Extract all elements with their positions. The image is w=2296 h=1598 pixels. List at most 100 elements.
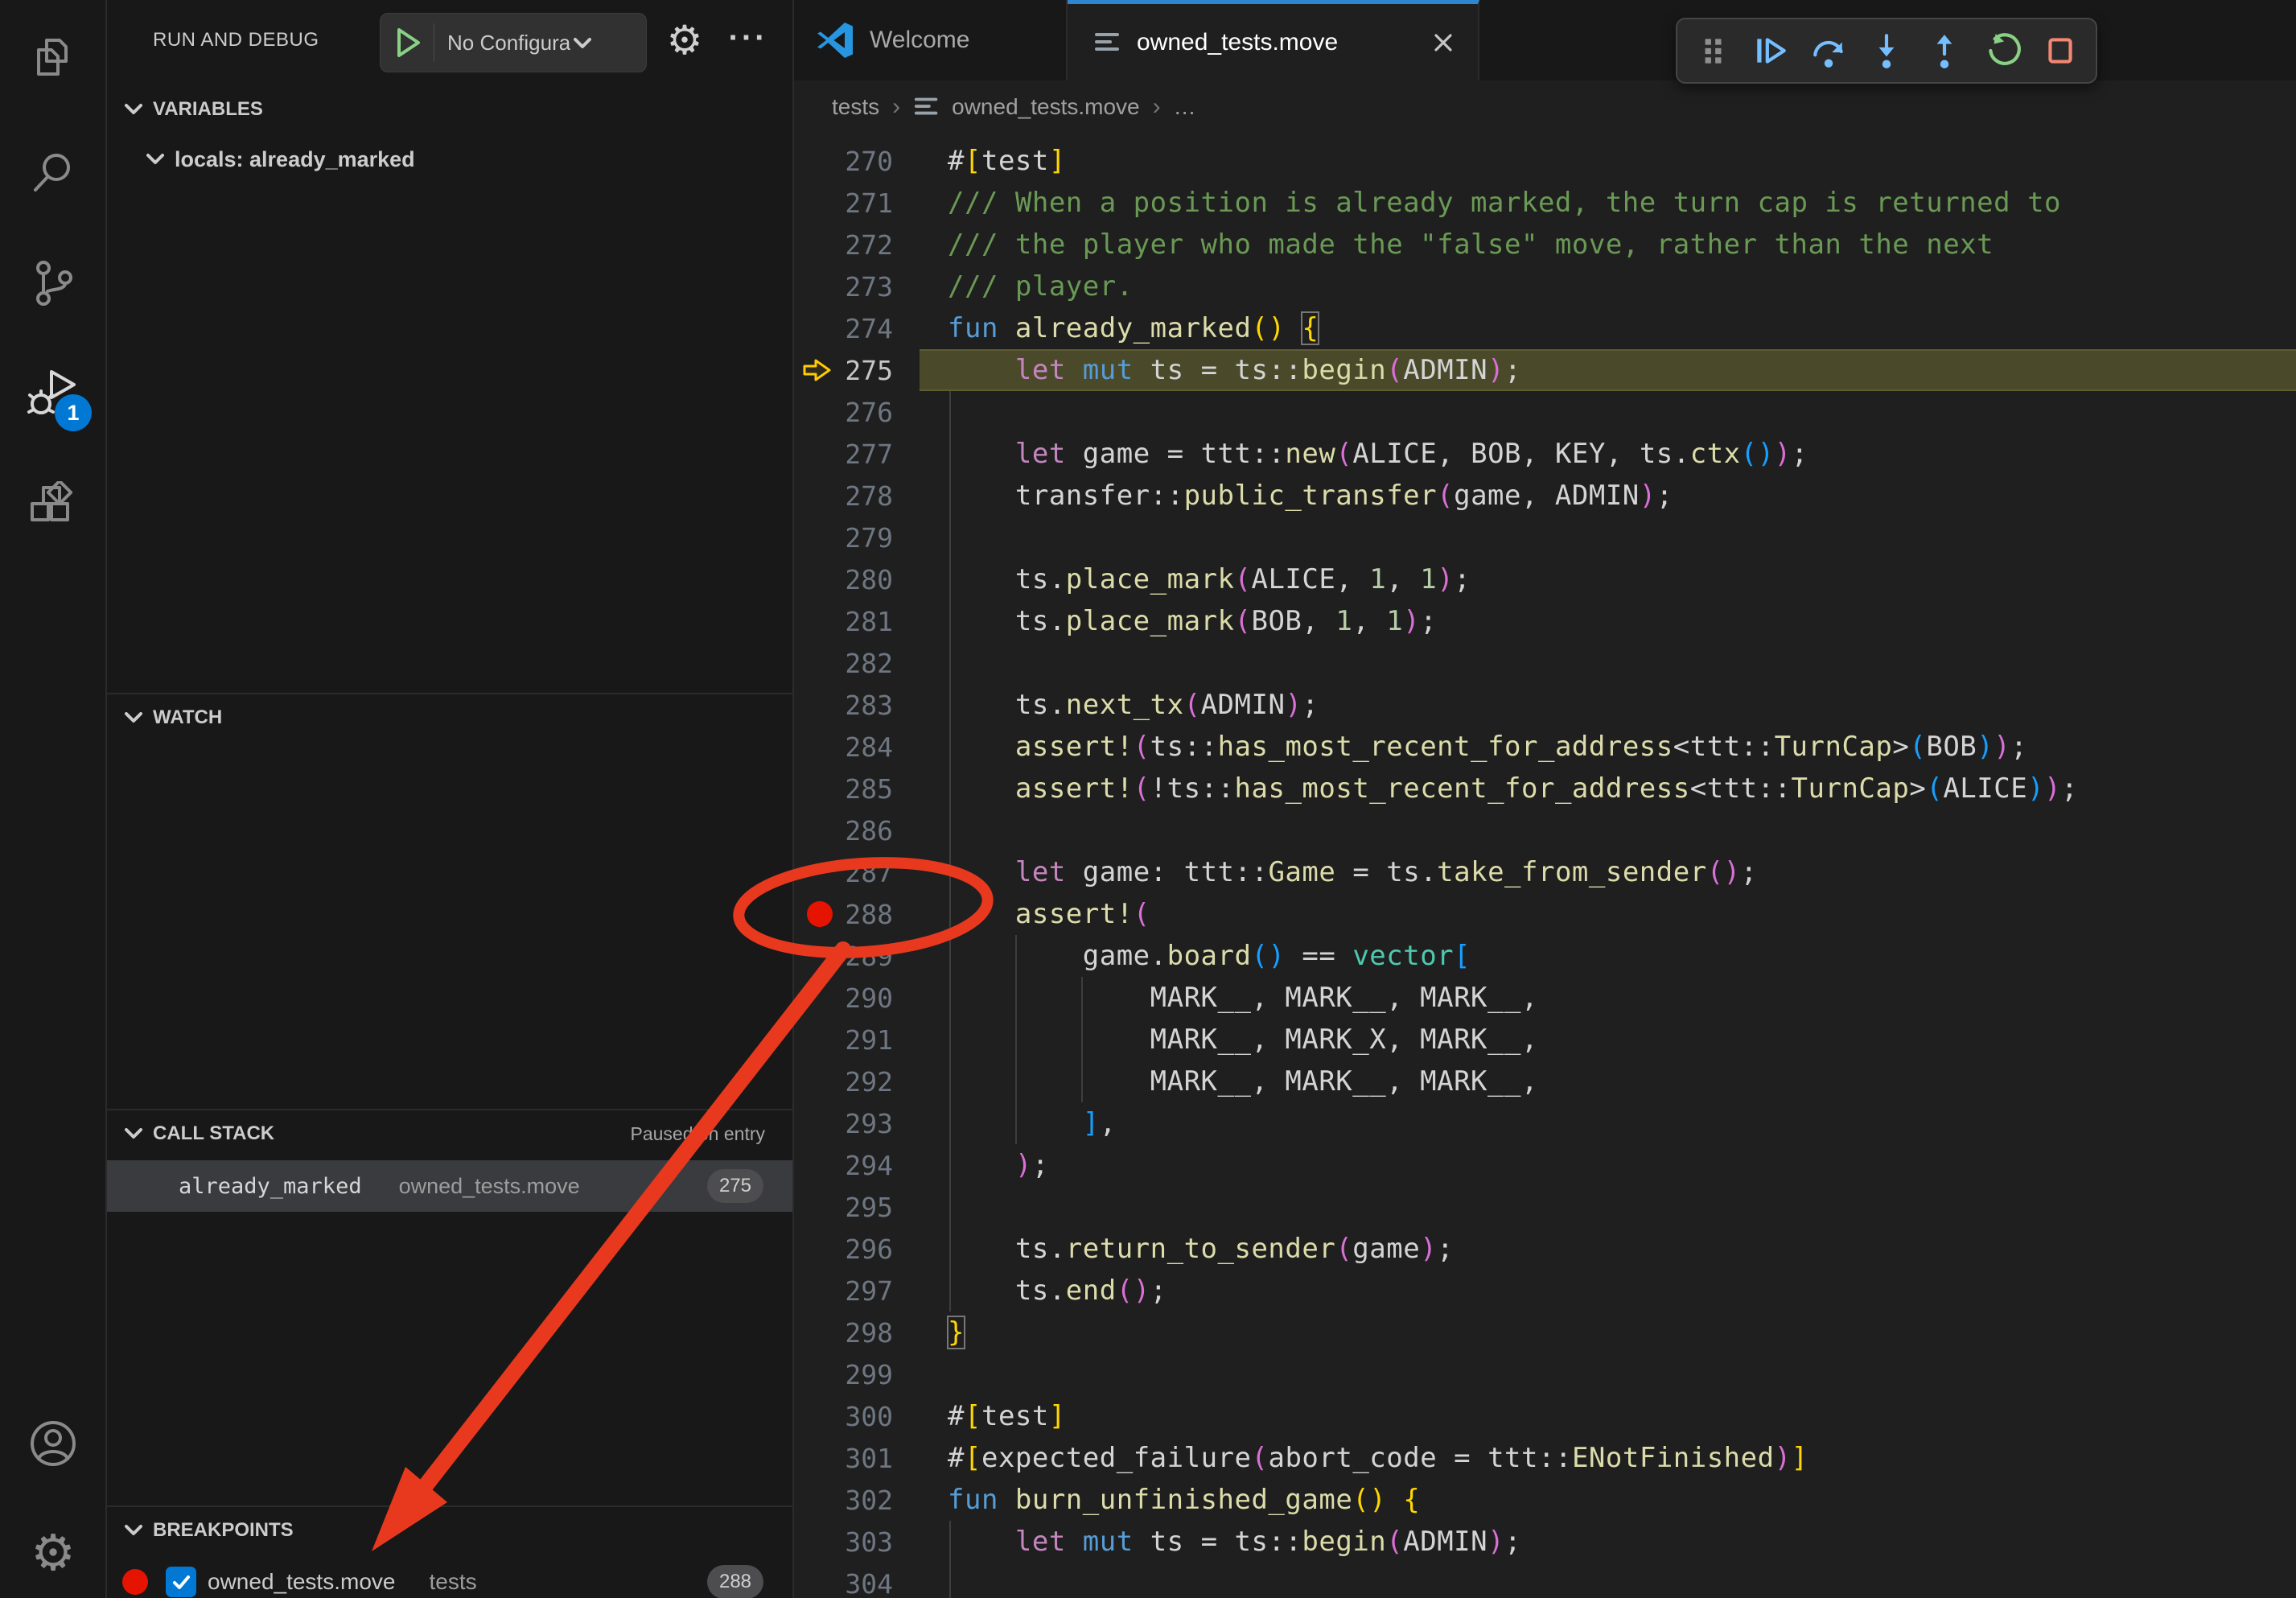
code-line-287[interactable]: 287 let game: ttt::Game = ts.take_from_s… xyxy=(794,851,2296,893)
search-icon[interactable] xyxy=(27,146,79,198)
code-line-280[interactable]: 280 ts.place_mark(ALICE, 1, 1); xyxy=(794,558,2296,600)
gutter-292[interactable]: 292 xyxy=(794,1061,920,1102)
code-line-286[interactable]: 286 xyxy=(794,809,2296,851)
call-stack-section-header[interactable]: CALL STACK Paused on entry xyxy=(107,1114,792,1153)
code-line-294[interactable]: 294 ); xyxy=(794,1144,2296,1186)
gutter-300[interactable]: 300 xyxy=(794,1395,920,1437)
code-line-283[interactable]: 283 ts.next_tx(ADMIN); xyxy=(794,684,2296,726)
code-line-278[interactable]: 278 transfer::public_transfer(game, ADMI… xyxy=(794,475,2296,517)
source-control-icon[interactable] xyxy=(27,257,79,309)
code-text[interactable]: MARK__, MARK__, MARK__, xyxy=(920,1061,2296,1102)
code-text[interactable]: #[test] xyxy=(920,140,2296,182)
code-text[interactable]: ts.place_mark(BOB, 1, 1); xyxy=(920,600,2296,642)
code-text[interactable] xyxy=(920,1563,2296,1598)
breakpoint-row[interactable]: owned_tests.move tests 288 xyxy=(107,1559,792,1598)
gutter-291[interactable]: 291 xyxy=(794,1019,920,1061)
code-line-273[interactable]: 273/// player. xyxy=(794,266,2296,307)
stop-icon[interactable] xyxy=(2038,28,2083,73)
code-text[interactable]: #[expected_failure(abort_code = ttt::ENo… xyxy=(920,1437,2296,1479)
code-line-277[interactable]: 277 let game = ttt::new(ALICE, BOB, KEY,… xyxy=(794,433,2296,475)
tab-welcome[interactable]: Welcome xyxy=(794,0,1068,80)
gutter-286[interactable]: 286 xyxy=(794,809,920,851)
code-text[interactable]: transfer::public_transfer(game, ADMIN); xyxy=(920,475,2296,517)
gutter-271[interactable]: 271 xyxy=(794,182,920,224)
gutter-277[interactable]: 277 xyxy=(794,433,920,475)
code-text[interactable]: /// player. xyxy=(920,266,2296,307)
account-icon[interactable] xyxy=(27,1418,79,1469)
gutter-280[interactable]: 280 xyxy=(794,558,920,600)
gutter-303[interactable]: 303 xyxy=(794,1521,920,1563)
gutter-274[interactable]: 274 xyxy=(794,307,920,349)
code-line-301[interactable]: 301#[expected_failure(abort_code = ttt::… xyxy=(794,1437,2296,1479)
code-line-302[interactable]: 302fun burn_unfinished_game() { xyxy=(794,1479,2296,1521)
step-over-icon[interactable] xyxy=(1806,28,1851,73)
gutter-282[interactable]: 282 xyxy=(794,642,920,684)
code-text[interactable] xyxy=(920,1186,2296,1228)
code-line-290[interactable]: 290 MARK__, MARK__, MARK__, xyxy=(794,977,2296,1019)
gutter-278[interactable]: 278 xyxy=(794,475,920,517)
code-line-270[interactable]: 270#[test] xyxy=(794,140,2296,182)
code-text[interactable]: assert!(!ts::has_most_recent_for_address… xyxy=(920,768,2296,809)
code-line-272[interactable]: 272/// the player who made the "false" m… xyxy=(794,224,2296,266)
gutter-279[interactable]: 279 xyxy=(794,517,920,558)
code-line-296[interactable]: 296 ts.return_to_sender(game); xyxy=(794,1228,2296,1270)
code-text[interactable]: /// the player who made the "false" move… xyxy=(920,224,2296,266)
code-line-299[interactable]: 299 xyxy=(794,1353,2296,1395)
launch-configuration-dropdown[interactable]: No Configura xyxy=(380,13,647,72)
run-and-debug-icon[interactable]: 1 xyxy=(27,369,79,420)
step-out-icon[interactable] xyxy=(1922,28,1967,73)
restart-icon[interactable] xyxy=(1980,28,2025,73)
gutter-290[interactable]: 290 xyxy=(794,977,920,1019)
continue-icon[interactable] xyxy=(1748,28,1793,73)
code-line-289[interactable]: 289 game.board() == vector[ xyxy=(794,935,2296,977)
gutter-281[interactable]: 281 xyxy=(794,600,920,642)
debug-settings-gear-icon[interactable]: ⚙ xyxy=(662,18,707,63)
code-line-271[interactable]: 271/// When a position is already marked… xyxy=(794,182,2296,224)
gutter-298[interactable]: 298 xyxy=(794,1312,920,1353)
code-text[interactable]: } xyxy=(920,1312,2296,1353)
gutter-301[interactable]: 301 xyxy=(794,1437,920,1479)
explorer-icon[interactable] xyxy=(27,32,79,84)
code-text[interactable]: let mut ts = ts::begin(ADMIN); xyxy=(920,349,2296,391)
code-line-297[interactable]: 297 ts.end(); xyxy=(794,1270,2296,1312)
start-debug-icon[interactable] xyxy=(395,27,422,59)
gutter-294[interactable]: 294 xyxy=(794,1144,920,1186)
more-actions-icon[interactable]: ··· xyxy=(720,10,776,66)
gutter-289[interactable]: 289 xyxy=(794,935,920,977)
code-text[interactable]: ts.return_to_sender(game); xyxy=(920,1228,2296,1270)
step-into-icon[interactable] xyxy=(1864,28,1909,73)
code-line-304[interactable]: 304 xyxy=(794,1563,2296,1598)
tab-owned-tests[interactable]: owned_tests.move xyxy=(1068,0,1479,80)
code-text[interactable] xyxy=(920,809,2296,851)
code-text[interactable]: fun burn_unfinished_game() { xyxy=(920,1479,2296,1521)
code-line-298[interactable]: 298} xyxy=(794,1312,2296,1353)
code-line-279[interactable]: 279 xyxy=(794,517,2296,558)
code-line-300[interactable]: 300#[test] xyxy=(794,1395,2296,1437)
gutter-296[interactable]: 296 xyxy=(794,1228,920,1270)
breakpoint-dot[interactable] xyxy=(807,901,833,927)
code-line-284[interactable]: 284 assert!(ts::has_most_recent_for_addr… xyxy=(794,726,2296,768)
code-line-288[interactable]: 288 assert!( xyxy=(794,893,2296,935)
settings-gear-icon[interactable]: ⚙ xyxy=(27,1527,79,1579)
breakpoints-section-header[interactable]: BREAKPOINTS xyxy=(107,1511,792,1550)
call-stack-frame-row[interactable]: already_marked owned_tests.move 275 xyxy=(107,1160,792,1212)
gutter-304[interactable]: 304 xyxy=(794,1563,920,1598)
code-text[interactable]: assert!( xyxy=(920,893,2296,935)
code-text[interactable]: game.board() == vector[ xyxy=(920,935,2296,977)
code-line-285[interactable]: 285 assert!(!ts::has_most_recent_for_add… xyxy=(794,768,2296,809)
code-text[interactable] xyxy=(920,391,2296,433)
code-text[interactable]: let game: ttt::Game = ts.take_from_sende… xyxy=(920,851,2296,893)
gutter-297[interactable]: 297 xyxy=(794,1270,920,1312)
variables-section-header[interactable]: VARIABLES xyxy=(107,90,792,129)
code-text[interactable]: assert!(ts::has_most_recent_for_address<… xyxy=(920,726,2296,768)
code-text[interactable]: fun already_marked() { xyxy=(920,307,2296,349)
code-line-293[interactable]: 293 ], xyxy=(794,1102,2296,1144)
code-text[interactable] xyxy=(920,642,2296,684)
code-text[interactable]: MARK__, MARK_X, MARK__, xyxy=(920,1019,2296,1061)
code-line-282[interactable]: 282 xyxy=(794,642,2296,684)
code-text[interactable] xyxy=(920,517,2296,558)
code-text[interactable]: let game = ttt::new(ALICE, BOB, KEY, ts.… xyxy=(920,433,2296,475)
code-text[interactable]: ts.next_tx(ADMIN); xyxy=(920,684,2296,726)
code-line-275[interactable]: 275 let mut ts = ts::begin(ADMIN); xyxy=(794,349,2296,391)
gutter-276[interactable]: 276 xyxy=(794,391,920,433)
